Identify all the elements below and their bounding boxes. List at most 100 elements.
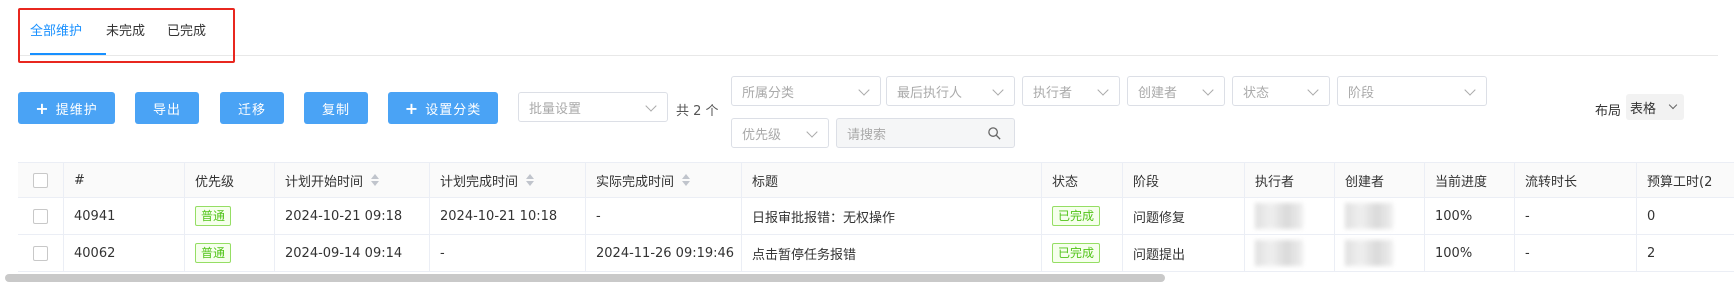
sort-icon[interactable] [526, 174, 535, 186]
cell-executor [1245, 235, 1335, 271]
migrate-button[interactable]: 迁移 [220, 92, 284, 124]
horizontal-scrollbar[interactable] [5, 274, 1165, 282]
layout-label: 布局 [1595, 104, 1622, 119]
header-executor[interactable]: 执行者 [1245, 163, 1335, 197]
status-badge: 已完成 [1052, 206, 1101, 226]
cell-flow-duration: - [1515, 198, 1637, 234]
chevron-down-icon [645, 100, 657, 112]
sort-icon[interactable] [682, 174, 691, 186]
table-header: # 优先级 计划开始时间 计划完成时间 实际完成时间 标题 状态 阶段 执行者 … [18, 162, 1734, 198]
priority-tag: 普通 [195, 243, 232, 263]
cell-plan-end: - [430, 235, 586, 271]
select-all-checkbox[interactable] [33, 172, 48, 188]
cell-creator [1335, 198, 1425, 234]
category-filter[interactable]: 所属分类 [731, 76, 881, 106]
priority-filter[interactable]: 优先级 [731, 118, 829, 148]
cell-stage: 问题修复 [1123, 198, 1245, 234]
cell-flow-duration: - [1515, 235, 1637, 271]
cell-id: 40062 [64, 235, 185, 271]
header-actual-end-label: 实际完成时间 [596, 174, 675, 190]
header-stage[interactable]: 阶段 [1123, 163, 1245, 197]
chevron-down-icon [992, 84, 1004, 96]
cell-plan-start: 2024-09-14 09:14 [275, 235, 430, 271]
cell-actual-end: - [586, 198, 742, 234]
status-badge: 已完成 [1052, 243, 1101, 263]
header-plan-start[interactable]: 计划开始时间 [275, 163, 430, 197]
creator-filter-placeholder: 创建者 [1138, 85, 1178, 101]
cell-title[interactable]: 日报审批报错：无权操作 [742, 198, 1042, 234]
header-flow-duration[interactable]: 流转时长 [1515, 163, 1637, 197]
chevron-down-icon [1097, 84, 1109, 96]
stage-filter[interactable]: 阶段 [1337, 76, 1487, 106]
search-icon[interactable] [987, 126, 1002, 141]
row-select-cell [18, 198, 64, 234]
layout-select[interactable]: 表格 [1626, 94, 1684, 120]
cell-executor [1245, 198, 1335, 234]
set-category-button[interactable]: + 设置分类 [388, 92, 498, 124]
search-placeholder: 请搜索 [847, 127, 887, 143]
copy-button[interactable]: 复制 [304, 92, 368, 124]
add-maintenance-button[interactable]: + 提维护 [18, 92, 115, 124]
chevron-down-icon [1307, 84, 1319, 96]
header-id[interactable]: # [64, 163, 185, 197]
category-filter-placeholder: 所属分类 [742, 85, 795, 101]
row-checkbox[interactable] [33, 208, 48, 224]
cell-plan-end: 2024-10-21 10:18 [430, 198, 586, 234]
export-button[interactable]: 导出 [135, 92, 199, 124]
header-plan-start-label: 计划开始时间 [285, 174, 364, 190]
header-creator[interactable]: 创建者 [1335, 163, 1425, 197]
search-input[interactable]: 请搜索 [836, 118, 1015, 148]
cell-progress: 100% [1425, 198, 1515, 234]
chevron-down-icon [1202, 84, 1214, 96]
row-select-cell [18, 235, 64, 271]
header-actual-end[interactable]: 实际完成时间 [586, 163, 742, 197]
chevron-down-icon [806, 126, 818, 138]
cell-priority: 普通 [185, 198, 275, 234]
executor-filter[interactable]: 执行者 [1022, 76, 1120, 106]
plus-icon: + [404, 98, 420, 118]
tab-bar: 全部维护 未完成 已完成 [18, 0, 1718, 56]
sort-icon[interactable] [371, 174, 380, 186]
status-filter[interactable]: 状态 [1232, 76, 1330, 106]
creator-filter[interactable]: 创建者 [1127, 76, 1225, 106]
header-plan-end[interactable]: 计划完成时间 [430, 163, 586, 197]
redacted-creator [1345, 240, 1393, 266]
status-filter-placeholder: 状态 [1243, 85, 1270, 101]
cell-budget-hours: 0 [1647, 208, 1656, 224]
chevron-down-icon [1464, 84, 1476, 96]
cell-progress: 100% [1425, 235, 1515, 271]
header-priority[interactable]: 优先级 [185, 163, 275, 197]
redacted-executor [1255, 240, 1303, 266]
batch-settings-placeholder: 批量设置 [529, 101, 582, 117]
cell-status: 已完成 [1042, 235, 1123, 271]
header-progress[interactable]: 当前进度 [1425, 163, 1515, 197]
total-count: 共 2 个 [676, 104, 719, 119]
cell-actual-end: 2024-11-26 09:19:46 [586, 235, 742, 271]
executor-filter-placeholder: 执行者 [1033, 85, 1073, 101]
row-checkbox[interactable] [33, 245, 48, 261]
select-all-cell [18, 163, 64, 197]
table-row[interactable]: 40062 普通 2024-09-14 09:14 - 2024-11-26 0… [18, 235, 1734, 272]
priority-filter-placeholder: 优先级 [742, 127, 782, 143]
last-executor-filter-placeholder: 最后执行人 [897, 85, 963, 101]
cell-stage: 问题提出 [1123, 235, 1245, 271]
chevron-down-icon [1668, 100, 1678, 110]
table-row[interactable]: 40941 普通 2024-10-21 09:18 2024-10-21 10:… [18, 198, 1734, 235]
header-status[interactable]: 状态 [1042, 163, 1123, 197]
header-plan-end-label: 计划完成时间 [440, 174, 519, 190]
layout-select-value: 表格 [1630, 101, 1657, 117]
set-category-label: 设置分类 [425, 102, 482, 118]
batch-settings-select[interactable]: 批量设置 [518, 92, 668, 122]
redacted-executor [1255, 203, 1303, 229]
cell-id: 40941 [64, 198, 185, 234]
cell-status: 已完成 [1042, 198, 1123, 234]
highlight-annotation-box [18, 8, 235, 63]
cell-plan-start: 2024-10-21 09:18 [275, 198, 430, 234]
last-executor-filter[interactable]: 最后执行人 [886, 76, 1015, 106]
header-title[interactable]: 标题 [742, 163, 1042, 197]
header-budget-hours[interactable]: 预算工时(2 [1637, 163, 1734, 197]
plus-icon: + [35, 98, 50, 118]
cell-title[interactable]: 点击暂停任务报错 [742, 235, 1042, 271]
maintenance-page: 全部维护 未完成 已完成 + 提维护 导出 迁移 复制 + 设置分类 批量设置 … [0, 0, 1734, 287]
redacted-creator [1345, 203, 1393, 229]
